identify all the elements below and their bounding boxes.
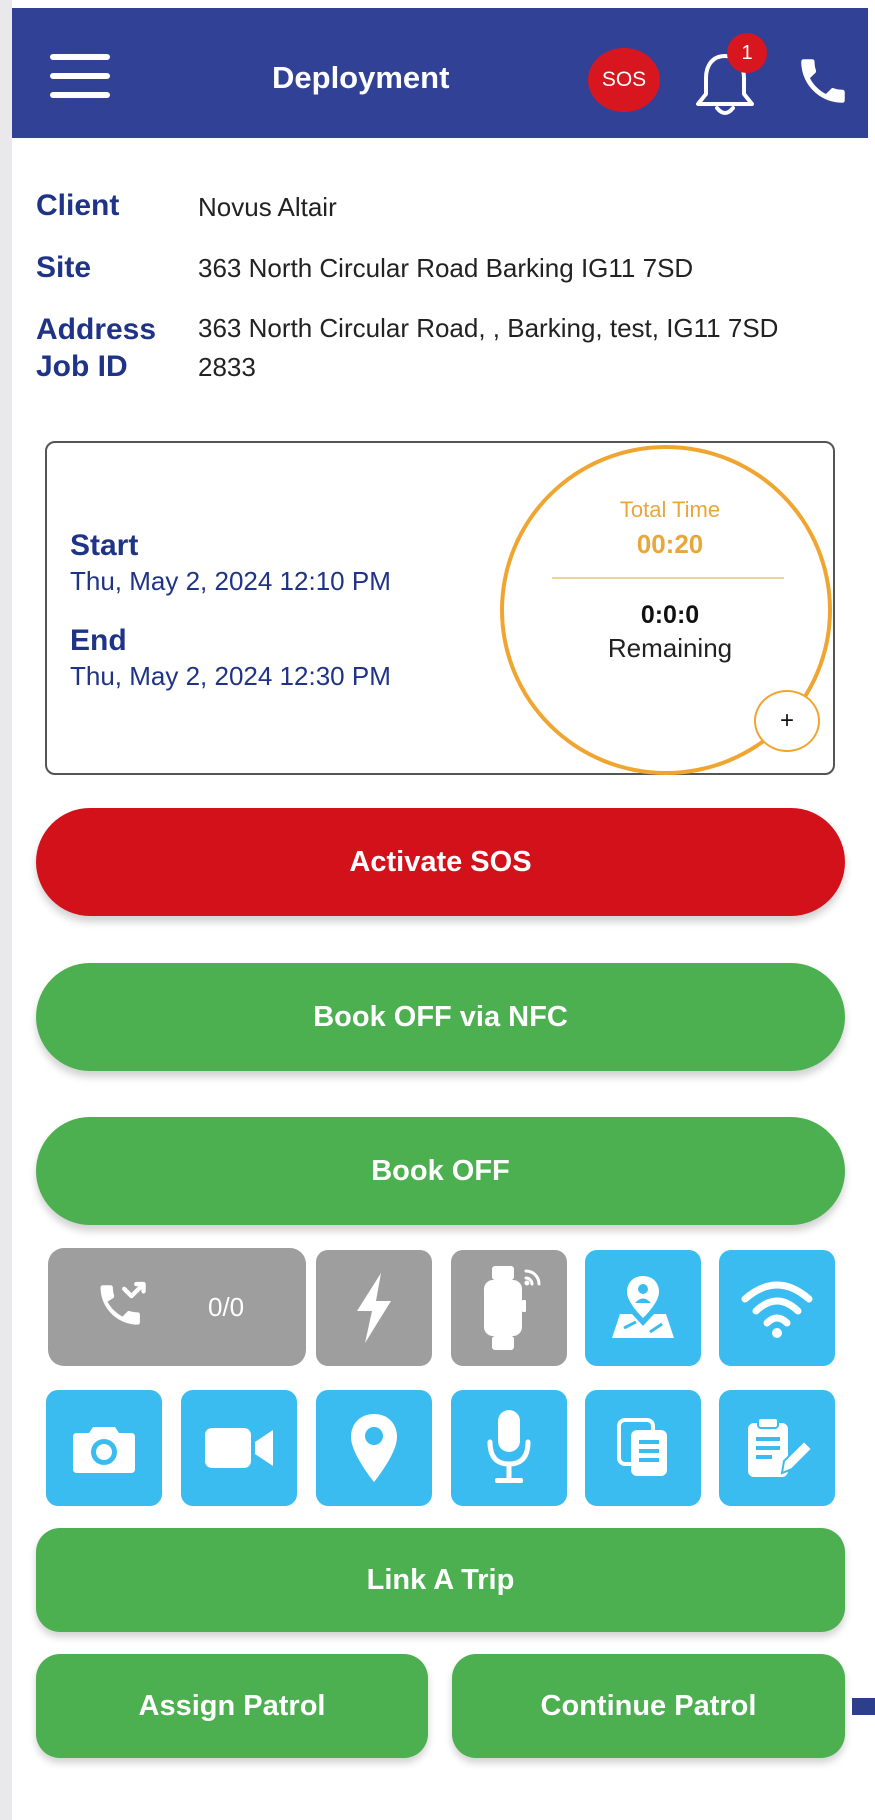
call-count: 0/0: [208, 1292, 245, 1322]
documents-icon: [617, 1418, 667, 1476]
site-label: Site: [36, 251, 92, 284]
wifi-button[interactable]: [719, 1250, 835, 1366]
remaining-label: Remaining: [607, 633, 733, 663]
hamburger-menu-icon[interactable]: [50, 52, 112, 100]
start-label: Start: [70, 529, 139, 562]
page-title: Deployment: [272, 60, 450, 95]
total-time-label: Total Time: [619, 497, 721, 522]
map-pin-person-icon: [612, 1276, 674, 1338]
continue-patrol-button[interactable]: Continue Patrol: [452, 1654, 845, 1758]
notification-count-badge: 1: [727, 33, 767, 73]
camera-icon: [73, 1427, 135, 1473]
total-time-value: 00:20: [636, 529, 704, 559]
smartwatch-icon: [484, 1266, 541, 1350]
lightning-icon: [357, 1273, 391, 1343]
page-edge: [0, 0, 12, 1820]
client-value: Novus Altair: [198, 192, 337, 222]
assign-patrol-button[interactable]: Assign Patrol: [36, 1654, 428, 1758]
address-label: Address: [36, 313, 157, 346]
quick-action-button[interactable]: [316, 1250, 432, 1366]
microphone-icon: [487, 1410, 531, 1483]
smartwatch-button[interactable]: [451, 1250, 567, 1366]
camera-button[interactable]: [46, 1390, 162, 1506]
app-header: Deployment SOS 1: [12, 8, 868, 138]
video-camera-icon: [205, 1428, 273, 1468]
link-trip-button[interactable]: Link A Trip: [36, 1528, 845, 1632]
missed-call-icon: [100, 1281, 146, 1325]
report-button[interactable]: [719, 1390, 835, 1506]
address-value: 363 North Circular Road, , Barking, test…: [198, 313, 779, 343]
add-time-button[interactable]: +: [754, 690, 820, 752]
end-value: Thu, May 2, 2024 12:30 PM: [70, 661, 391, 691]
site-value: 363 North Circular Road Barking IG11 7SD: [198, 253, 694, 283]
job-id-value: 2833: [198, 352, 256, 382]
activate-sos-button[interactable]: Activate SOS: [36, 808, 845, 916]
side-accent: [852, 1698, 875, 1715]
phone-icon[interactable]: [792, 52, 854, 110]
map-check-in-button[interactable]: [585, 1250, 701, 1366]
call-log-button[interactable]: 0/0: [48, 1248, 306, 1366]
documents-button[interactable]: [585, 1390, 701, 1506]
video-button[interactable]: [181, 1390, 297, 1506]
location-pin-icon: [351, 1414, 397, 1482]
clipboard-edit-icon: [748, 1417, 812, 1477]
location-button[interactable]: [316, 1390, 432, 1506]
client-label: Client: [36, 189, 120, 222]
end-label: End: [70, 624, 127, 657]
job-id-label: Job ID: [36, 350, 128, 383]
remaining-value: 0:0:0: [640, 601, 700, 629]
start-value: Thu, May 2, 2024 12:10 PM: [70, 566, 391, 596]
wifi-icon: [741, 1281, 813, 1338]
sos-header-button[interactable]: SOS: [588, 48, 660, 112]
book-off-button[interactable]: Book OFF: [36, 1117, 845, 1225]
timer-divider: [552, 577, 784, 579]
audio-button[interactable]: [451, 1390, 567, 1506]
book-off-nfc-button[interactable]: Book OFF via NFC: [36, 963, 845, 1071]
